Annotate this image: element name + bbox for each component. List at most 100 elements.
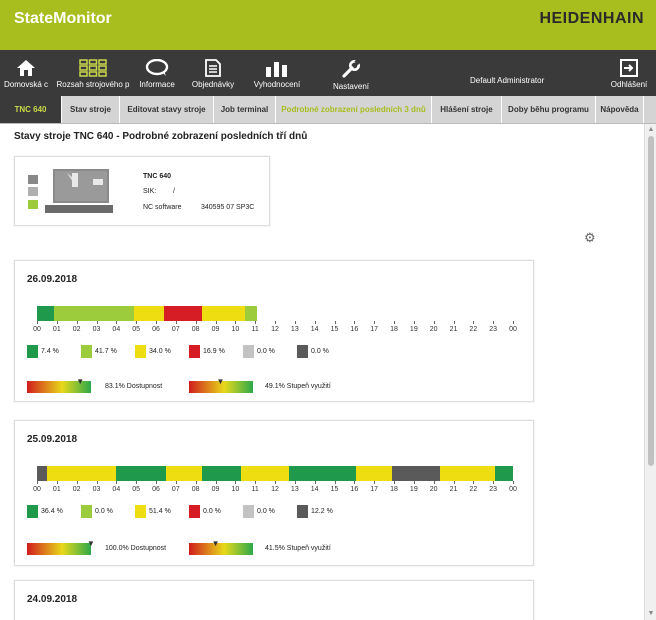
hour-tick-label: 13 [290, 326, 299, 333]
tab-help[interactable]: Nápověda [596, 96, 644, 123]
hour-tick-label: 00 [509, 326, 517, 333]
user-name: Default Administrator [470, 76, 545, 85]
hour-tick-mark [76, 481, 78, 484]
nav-orders-label: Objednávky [191, 80, 235, 89]
tab-job-terminal[interactable]: Job terminal [214, 96, 276, 123]
hour-tick-label: 22 [469, 326, 478, 333]
legend-value: 16.9 % [203, 348, 225, 355]
legend-swatch-lightgreen [81, 505, 92, 518]
timeline-segment-green[interactable] [37, 306, 54, 321]
nav-info-button[interactable]: Informace [134, 50, 180, 96]
hour-tick-mark [156, 321, 157, 324]
nav-orders-button[interactable]: Objednávky [188, 50, 238, 96]
timeline-segment-yellow[interactable] [439, 466, 496, 481]
nc-software-label: NC software [143, 204, 182, 211]
hour-tick-mark [473, 321, 475, 324]
utilization-gauge: ▼ [189, 378, 253, 393]
hour-tick-label: 06 [152, 486, 160, 493]
hour-tick-mark [513, 481, 514, 484]
tab-program-runtimes[interactable]: Doby běhu programu [502, 96, 596, 123]
hour-tick-label: 11 [251, 486, 259, 493]
legend-swatch-green [27, 505, 38, 518]
hour-tick-mark [374, 481, 376, 484]
top-bar: StateMonitor HEIDENHAIN [0, 0, 656, 50]
nav-machines-button[interactable]: Rozsah strojového p [56, 50, 130, 96]
availability-gauge: ▼ [27, 540, 95, 555]
scroll-down-arrow-icon[interactable]: ▼ [647, 610, 655, 618]
nav-home-button[interactable]: Domovská c [0, 50, 52, 96]
timeline-segment-yellow[interactable] [356, 466, 392, 481]
day-date: 25.09.2018 [27, 434, 78, 445]
hour-tick-label: 12 [271, 486, 279, 493]
hour-tick-label: 15 [330, 326, 339, 333]
legend-swatch-darkgray [297, 505, 308, 518]
bar-chart-icon [246, 59, 308, 77]
tab-machine-messages[interactable]: Hlášení stroje [432, 96, 502, 123]
hour-tick-mark [334, 481, 336, 484]
hour-tick-label: 04 [112, 486, 121, 493]
availability-text: 100.0% Dostupnost [105, 545, 167, 552]
hour-tick-mark [413, 481, 415, 484]
timeline-bar [37, 466, 513, 481]
timeline-segment-green[interactable] [495, 466, 513, 481]
hour-tick-mark [116, 481, 118, 484]
timeline-segment-lightgreen[interactable] [53, 306, 135, 321]
hour-tick-mark [493, 321, 495, 324]
hour-tick-label: 10 [231, 486, 240, 493]
legend-value: 0.0 % [95, 508, 113, 515]
tab-machine-state[interactable]: Stav stroje [62, 96, 120, 123]
hour-tick-label: 10 [231, 326, 240, 333]
legend-swatch-yellow [135, 345, 146, 358]
tab-detail-last-3-days[interactable]: Podrobné zobrazení posledních 3 dnů [276, 96, 432, 123]
hour-tick-label: 00 [509, 486, 517, 493]
nav-evaluation-button[interactable]: Vyhodnocení [246, 50, 308, 96]
day-date: 26.09.2018 [27, 274, 78, 285]
timeline-segment-yellow[interactable] [165, 466, 202, 481]
hour-tick-mark [175, 321, 177, 324]
legend-swatch-lightgray [243, 345, 254, 358]
hour-tick-label: 04 [112, 326, 121, 333]
timeline-segment-red[interactable] [163, 306, 202, 321]
hour-tick-label: 13 [290, 486, 299, 493]
legend-value: 0.0 % [257, 508, 275, 515]
hour-tick-mark [76, 321, 78, 324]
sik-label: SIK: [143, 188, 157, 195]
vertical-scrollbar[interactable]: ▲ ▼ [644, 124, 656, 620]
timeline-segment-green[interactable] [201, 466, 242, 481]
hour-tick-label: 17 [370, 486, 379, 493]
nav-info-label: Informace [139, 80, 175, 89]
hour-tick-label: 03 [92, 486, 101, 493]
timeline-segment-yellow[interactable] [241, 466, 289, 481]
logout-button[interactable]: Odhlášení [606, 50, 652, 96]
timeline-segment-green[interactable] [288, 466, 357, 481]
timeline-segment-darkgray[interactable] [392, 466, 440, 481]
scroll-thumb[interactable] [648, 136, 654, 466]
timeline-segment-lightgreen[interactable] [245, 306, 258, 321]
hour-tick-mark [37, 481, 38, 484]
timeline-segment-yellow[interactable] [134, 306, 164, 321]
hour-tick-label: 08 [191, 326, 200, 333]
settings-gear-icon[interactable]: ⚙ [584, 230, 596, 246]
machine-card[interactable]: TNC 640 SIK: / NC software 340595 07 SP3… [14, 156, 270, 226]
hour-tick-label: 00 [33, 326, 41, 333]
timeline-segment-darkgray[interactable] [37, 466, 47, 481]
timeline-segment-yellow[interactable] [201, 306, 246, 321]
scroll-up-arrow-icon[interactable]: ▲ [647, 126, 655, 134]
tab-edit-machine-states[interactable]: Editovat stavy stroje [120, 96, 214, 123]
nav-settings-button[interactable]: Nastavení [326, 50, 376, 96]
wrench-icon [326, 59, 376, 79]
timeline-segment-green[interactable] [116, 466, 166, 481]
grid-icon [56, 59, 130, 77]
hour-tick-mark [294, 321, 296, 324]
hour-tick-label: 05 [132, 326, 141, 333]
hour-tick-label: 21 [449, 486, 458, 493]
timeline-segment-yellow[interactable] [46, 466, 117, 481]
hour-tick-label: 14 [310, 486, 319, 493]
hour-tick-label: 07 [171, 326, 180, 333]
legend-swatch-lightgreen [81, 345, 92, 358]
availability-gauge-marker-icon: ▼ [87, 539, 95, 548]
legend-value: 7.4 % [41, 348, 59, 355]
tab-machine-tnc640[interactable]: TNC 640 [0, 96, 62, 123]
machine-icon [43, 167, 115, 220]
hour-tick-mark [116, 321, 118, 324]
